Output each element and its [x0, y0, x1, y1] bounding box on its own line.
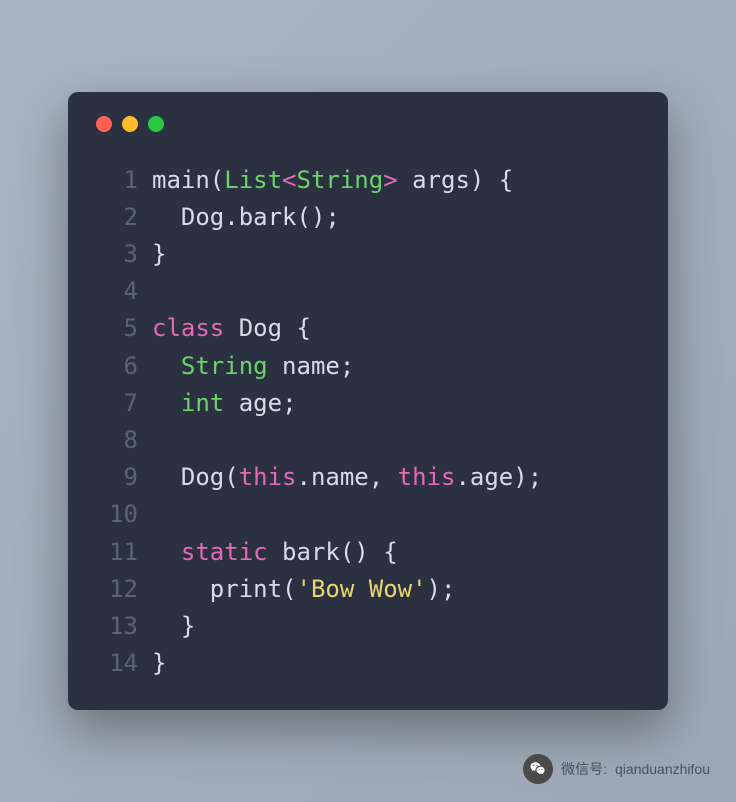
line-number: 7	[96, 385, 138, 422]
line-content: class Dog {	[152, 310, 311, 347]
code-line: 7 int age;	[96, 385, 640, 422]
zoom-icon[interactable]	[148, 116, 164, 132]
window-controls	[96, 116, 640, 132]
line-content: print('Bow Wow');	[152, 571, 455, 608]
attribution-label: 微信号:	[561, 759, 607, 779]
line-number: 14	[96, 645, 138, 682]
code-line: 4	[96, 273, 640, 310]
code-line: 9 Dog(this.name, this.age);	[96, 459, 640, 496]
minimize-icon[interactable]	[122, 116, 138, 132]
line-number: 10	[96, 496, 138, 533]
line-content: Dog(this.name, this.age);	[152, 459, 542, 496]
code-line: 1 main(List<String> args) {	[96, 162, 640, 199]
line-content	[152, 422, 166, 459]
line-content: int age;	[152, 385, 297, 422]
line-number: 6	[96, 348, 138, 385]
line-content	[152, 273, 166, 310]
code-line: 10	[96, 496, 640, 533]
code-line: 12 print('Bow Wow');	[96, 571, 640, 608]
line-content: String name;	[152, 348, 354, 385]
line-number: 13	[96, 608, 138, 645]
line-number: 9	[96, 459, 138, 496]
attribution: 微信号: qianduanzhifou	[523, 754, 710, 784]
line-number: 1	[96, 162, 138, 199]
line-number: 2	[96, 199, 138, 236]
code-area: 1main(List<String> args) {2 Dog.bark();3…	[96, 162, 640, 683]
code-line: 6 String name;	[96, 348, 640, 385]
line-number: 8	[96, 422, 138, 459]
line-content: static bark() {	[152, 534, 398, 571]
close-icon[interactable]	[96, 116, 112, 132]
line-content: main(List<String> args) {	[152, 162, 513, 199]
code-editor-window: 1main(List<String> args) {2 Dog.bark();3…	[68, 92, 668, 711]
wechat-icon	[523, 754, 553, 784]
code-line: 3}	[96, 236, 640, 273]
line-number: 3	[96, 236, 138, 273]
line-content: }	[152, 236, 166, 273]
code-line: 2 Dog.bark();	[96, 199, 640, 236]
line-number: 12	[96, 571, 138, 608]
line-number: 4	[96, 273, 138, 310]
line-content: Dog.bark();	[152, 199, 340, 236]
line-content	[152, 496, 166, 533]
code-line: 13 }	[96, 608, 640, 645]
line-number: 5	[96, 310, 138, 347]
line-number: 11	[96, 534, 138, 571]
line-content: }	[152, 608, 195, 645]
line-content: }	[152, 645, 166, 682]
code-line: 14}	[96, 645, 640, 682]
attribution-handle: qianduanzhifou	[615, 761, 710, 777]
code-line: 5 class Dog {	[96, 310, 640, 347]
code-line: 8	[96, 422, 640, 459]
code-line: 11 static bark() {	[96, 534, 640, 571]
